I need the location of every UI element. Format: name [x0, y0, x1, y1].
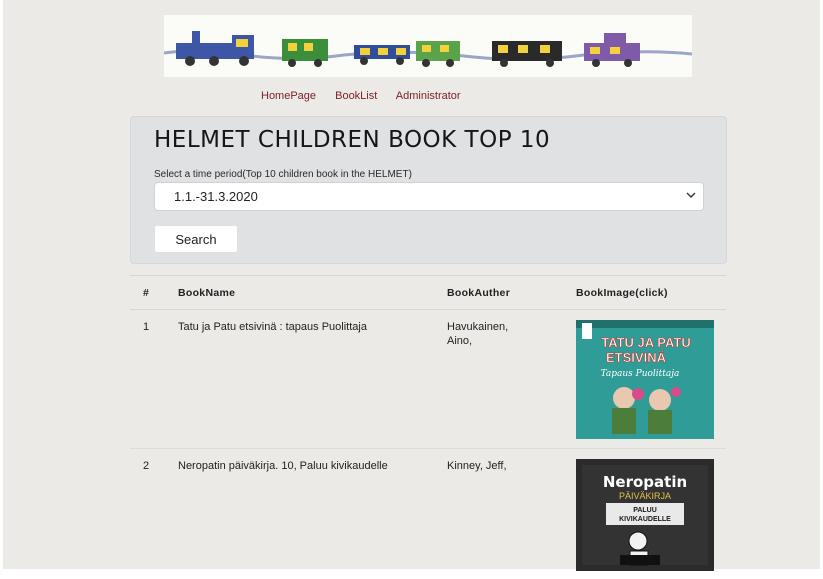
cover-subtitle: PÄIVÄKIRJA [619, 491, 671, 501]
cover-subtitle: Tapaus Puolittaja [601, 369, 680, 379]
table-row: 1 Tatu ja Patu etsivinä : tapaus Puolitt… [130, 310, 726, 449]
author-line: Havukainen, [447, 320, 576, 334]
book-rank: 2 [130, 449, 178, 579]
chevron-down-icon [685, 188, 697, 202]
author-line: Aino, [447, 334, 576, 348]
table-header-row: # BookName BookAuther BookImage(click) [130, 276, 726, 310]
cover-title: TATU JA PATU [601, 335, 691, 350]
cover-title: Neropatin [603, 473, 687, 491]
author-line: Kinney, Jeff, [447, 459, 576, 473]
time-period-label: Select a time period(Top 10 children boo… [154, 169, 412, 180]
book-table: # BookName BookAuther BookImage(click) 1… [130, 275, 726, 579]
nav-link-homepage[interactable]: HomePage [261, 90, 316, 102]
time-period-selected-value: 1.1.-31.3.2020 [174, 189, 258, 204]
book-name: Neropatin päiväkirja. 10, Paluu kivikaud… [178, 449, 447, 579]
top-navigation: HomePage BookList Administrator [261, 90, 477, 102]
search-panel: HELMET CHILDREN BOOK TOP 10 Select a tim… [130, 116, 727, 264]
book-name: Tatu ja Patu etsivinä : tapaus Puolittaj… [178, 310, 447, 449]
book-cover-image[interactable]: TATU JA PATU ETSIVINÄ Tapaus Puolittaja [576, 320, 714, 439]
book-cover-image[interactable]: Neropatin PÄIVÄKIRJA PALUU KIVIKAUDELLE [576, 459, 714, 571]
search-button[interactable]: Search [154, 225, 238, 253]
column-header-bookauther: BookAuther [447, 276, 576, 310]
column-header-rank: # [130, 276, 178, 310]
cover-text: KIVIKAUDELLE [619, 516, 671, 523]
book-image-cell: Neropatin PÄIVÄKIRJA PALUU KIVIKAUDELLE [576, 449, 726, 579]
table-row: 2 Neropatin päiväkirja. 10, Paluu kivika… [130, 449, 726, 579]
column-header-bookimage: BookImage(click) [576, 276, 726, 310]
book-author: Havukainen, Aino, [447, 310, 576, 449]
time-period-select[interactable]: 1.1.-31.3.2020 [154, 182, 704, 211]
book-author: Kinney, Jeff, [447, 449, 576, 579]
cover-text: PALUU [633, 507, 657, 514]
book-rank: 1 [130, 310, 178, 449]
nav-link-administrator[interactable]: Administrator [396, 90, 461, 102]
book-image-cell: TATU JA PATU ETSIVINÄ Tapaus Puolittaja [576, 310, 726, 449]
train-banner-image [164, 15, 692, 77]
cover-title: ETSIVINÄ [606, 350, 667, 365]
nav-link-booklist[interactable]: BookList [335, 90, 377, 102]
column-header-bookname: BookName [178, 276, 447, 310]
page-title: HELMET CHILDREN BOOK TOP 10 [154, 127, 550, 153]
